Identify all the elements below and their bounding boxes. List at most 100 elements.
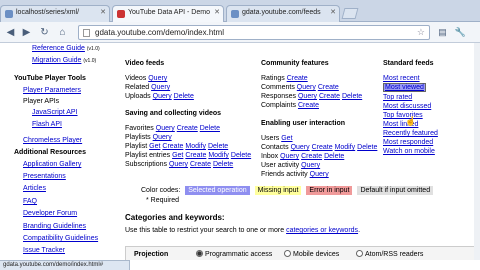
nav-link-label[interactable]: Migration Guide	[32, 57, 81, 64]
op-delete-link[interactable]: Delete	[324, 153, 344, 160]
categories-keywords-link[interactable]: categories or keywords	[286, 227, 358, 234]
nav-branding-guidelines[interactable]: Branding Guidelines	[23, 223, 86, 230]
op-label: Playlist entries	[125, 152, 171, 159]
op-create-link[interactable]: Create	[319, 93, 340, 100]
op-get-link[interactable]: Get	[149, 143, 160, 150]
feed-most-responded[interactable]: Most responded	[383, 139, 433, 146]
nav-javascript-api[interactable]: JavaScript API	[32, 109, 78, 116]
reload-icon[interactable]: ↻	[38, 26, 51, 39]
op-row-playlists: Playlists Query	[125, 134, 172, 141]
feed-most-discussed[interactable]: Most discussed	[383, 103, 431, 110]
projection-label: Projection	[134, 251, 169, 258]
projection-option-programmatic[interactable]: Programmatic access	[196, 250, 272, 258]
op-modify-link[interactable]: Modify	[208, 152, 229, 159]
nav-link-label[interactable]: Reference Guide	[32, 45, 85, 52]
op-query-link[interactable]: Query	[153, 134, 172, 141]
op-delete-link[interactable]: Delete	[208, 143, 228, 150]
tab-youtube-data-api[interactable]: YouTube Data API - Demo ✕	[112, 5, 224, 23]
op-label: Related	[125, 84, 150, 91]
op-label: Responses	[261, 93, 297, 100]
nav-reference-guide[interactable]: Reference Guide (v1.0)	[32, 45, 100, 52]
op-delete-link[interactable]: Delete	[357, 144, 377, 151]
address-bar[interactable]: gdata.youtube.com/demo/index.html ☆	[78, 25, 430, 40]
nav-heading-additional: Additional Resources	[14, 149, 86, 156]
wrench-icon[interactable]: 🔧	[454, 26, 467, 39]
op-create-link[interactable]: Create	[301, 153, 322, 160]
op-query-link[interactable]: Query	[153, 93, 172, 100]
version-label: (v1.0)	[83, 58, 97, 64]
op-query-link[interactable]: Query	[148, 75, 167, 82]
forward-arrow-icon[interactable]: ▶	[20, 26, 33, 39]
star-icon[interactable]: ☆	[417, 27, 425, 38]
nav-presentations[interactable]: Presentations	[23, 173, 66, 180]
url-text[interactable]: gdata.youtube.com/demo/index.html	[95, 28, 224, 37]
radio-unselected-icon[interactable]	[284, 250, 291, 257]
projection-option-mobile[interactable]: Mobile devices	[284, 250, 339, 258]
op-query-link[interactable]: Query	[301, 162, 320, 169]
op-query-link[interactable]: Query	[291, 144, 310, 151]
nav-migration-guide[interactable]: Migration Guide (v1.0)	[32, 57, 96, 64]
page-scrollbar[interactable]	[474, 43, 480, 260]
op-query-link[interactable]: Query	[156, 125, 175, 132]
feed-top-rated[interactable]: Top rated	[383, 94, 412, 101]
op-delete-link[interactable]: Delete	[213, 161, 233, 168]
color-codes-label: Color codes:	[141, 187, 181, 194]
tab-gdata-feeds[interactable]: gdata.youtube.com/feeds ✕	[226, 5, 340, 22]
op-label: Uploads	[125, 93, 151, 100]
feed-watch-on-mobile[interactable]: Watch on mobile	[383, 148, 435, 155]
close-tab-icon[interactable]: ✕	[330, 8, 336, 16]
op-create-link[interactable]: Create	[318, 84, 339, 91]
op-modify-link[interactable]: Modify	[185, 143, 206, 150]
feed-most-viewed[interactable]: Most viewed	[383, 83, 426, 92]
op-create-link[interactable]: Create	[177, 125, 198, 132]
nav-issue-tracker[interactable]: Issue Tracker	[23, 247, 65, 254]
op-query-link[interactable]: Query	[298, 93, 317, 100]
nav-player-apis: Player APIs	[23, 98, 60, 105]
op-create-link[interactable]: Create	[312, 144, 333, 151]
nav-articles[interactable]: Articles	[23, 185, 46, 192]
feed-top-favorites[interactable]: Top favorites	[383, 112, 423, 119]
op-delete-link[interactable]: Delete	[342, 93, 362, 100]
radio-unselected-icon[interactable]	[356, 250, 363, 257]
mouse-cursor-icon: ☝	[405, 116, 417, 126]
op-label: Subscriptions	[125, 161, 168, 168]
op-create-link[interactable]: Create	[298, 102, 319, 109]
op-delete-link[interactable]: Delete	[174, 93, 194, 100]
op-delete-link[interactable]: Delete	[200, 125, 220, 132]
projection-option-atom[interactable]: Atom/RSS readers	[356, 250, 423, 258]
page-menu-icon[interactable]: ▤	[436, 26, 449, 39]
tab-localhost[interactable]: localhost/series/xml/ ✕	[0, 5, 110, 22]
nav-flash-api[interactable]: Flash API	[32, 121, 62, 128]
op-query-link[interactable]: Query	[310, 171, 329, 178]
nav-chromeless-player[interactable]: Chromeless Player	[23, 137, 82, 144]
op-delete-link[interactable]: Delete	[231, 152, 251, 159]
home-icon[interactable]: ⌂	[56, 26, 69, 39]
op-query-link[interactable]: Query	[151, 84, 170, 91]
op-query-link[interactable]: Query	[297, 84, 316, 91]
op-row-uploads: Uploads Query Delete	[125, 93, 194, 100]
feed-most-recent[interactable]: Most recent	[383, 75, 420, 82]
new-tab-button[interactable]	[341, 8, 359, 19]
close-tab-icon[interactable]: ✕	[214, 8, 220, 16]
nav-faq[interactable]: FAQ	[23, 198, 37, 205]
op-row-playlist-entries: Playlist entries Get Create Modify Delet…	[125, 152, 251, 159]
back-arrow-icon[interactable]: ◀	[4, 26, 17, 39]
op-get-link[interactable]: Get	[172, 152, 183, 159]
op-create-link[interactable]: Create	[287, 75, 308, 82]
op-create-link[interactable]: Create	[190, 161, 211, 168]
op-create-link[interactable]: Create	[162, 143, 183, 150]
op-query-link[interactable]: Query	[169, 161, 188, 168]
op-modify-link[interactable]: Modify	[335, 144, 356, 151]
op-query-link[interactable]: Query	[280, 153, 299, 160]
op-label: Playlists	[125, 134, 151, 141]
nav-application-gallery[interactable]: Application Gallery	[23, 161, 81, 168]
op-get-link[interactable]: Get	[281, 135, 292, 142]
radio-selected-icon[interactable]	[196, 250, 203, 257]
nav-compatibility-guidelines[interactable]: Compatibility Guidelines	[23, 235, 98, 242]
nav-player-parameters[interactable]: Player Parameters	[23, 87, 81, 94]
close-tab-icon[interactable]: ✕	[100, 8, 106, 16]
op-create-link[interactable]: Create	[185, 152, 206, 159]
tab-label: gdata.youtube.com/feeds	[242, 9, 321, 16]
feed-recently-featured[interactable]: Recently featured	[383, 130, 438, 137]
nav-developer-forum[interactable]: Developer Forum	[23, 210, 77, 217]
